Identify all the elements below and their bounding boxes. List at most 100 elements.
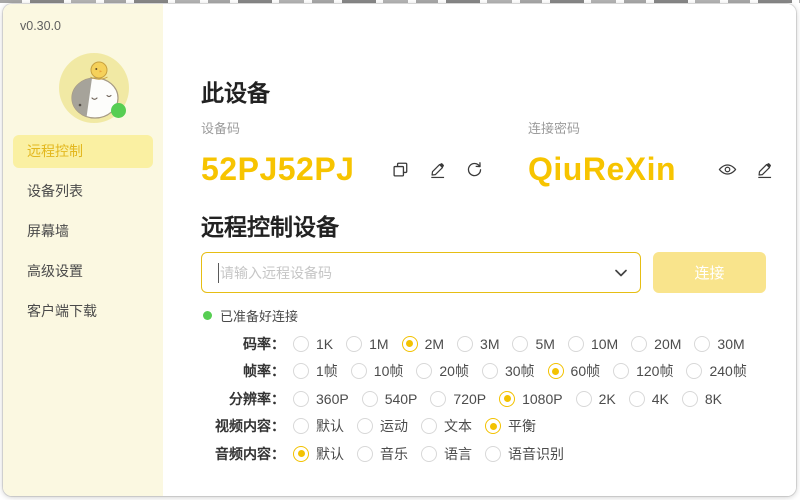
radio-option[interactable]: 2K (576, 391, 616, 407)
connect-button[interactable]: 连接 (653, 252, 766, 293)
radio-option-label: 文本 (444, 416, 472, 436)
radio-option[interactable]: 3M (457, 336, 499, 352)
radio-option-label: 360P (316, 391, 349, 407)
connection-status: 已准备好连接 (203, 306, 298, 325)
radio-icon[interactable] (694, 336, 710, 352)
radio-option[interactable]: 20M (631, 336, 681, 352)
avatar[interactable] (59, 53, 129, 123)
radio-icon[interactable] (357, 418, 373, 434)
radio-option[interactable]: 2M (402, 336, 444, 352)
radio-icon[interactable] (362, 391, 378, 407)
radio-icon[interactable] (351, 363, 367, 379)
settings-row-label: 码率： (201, 334, 285, 354)
radio-icon[interactable] (430, 391, 446, 407)
radio-icon[interactable] (293, 391, 309, 407)
radio-selected-icon[interactable] (293, 446, 309, 462)
radio-icon[interactable] (682, 391, 698, 407)
remote-device-input[interactable] (202, 253, 640, 292)
radio-option-label: 30帧 (505, 361, 535, 381)
device-code-row: 52PJ52PJ (201, 148, 498, 190)
radio-icon[interactable] (631, 336, 647, 352)
radio-option[interactable]: 运动 (357, 416, 408, 436)
radio-option[interactable]: 360P (293, 391, 349, 407)
radio-option-label: 默认 (316, 444, 344, 464)
radio-icon[interactable] (346, 336, 362, 352)
radio-option-label: 1M (369, 336, 388, 352)
radio-icon[interactable] (293, 418, 309, 434)
radio-option[interactable]: 240帧 (686, 361, 746, 381)
sidebar-item[interactable]: 设备列表 (13, 175, 153, 208)
password-row: QiuReXin (528, 148, 788, 190)
version-label: v0.30.0 (20, 19, 61, 33)
radio-selected-icon[interactable] (548, 363, 564, 379)
sidebar-item[interactable]: 客户端下载 (13, 295, 153, 328)
radio-option[interactable]: 10帧 (351, 361, 404, 381)
radio-option[interactable]: 10M (568, 336, 618, 352)
radio-icon[interactable] (629, 391, 645, 407)
online-status-dot (111, 103, 126, 118)
radio-option[interactable]: 1M (346, 336, 388, 352)
radio-icon[interactable] (512, 336, 528, 352)
radio-icon[interactable] (482, 363, 498, 379)
radio-selected-icon[interactable] (402, 336, 418, 352)
radio-icon[interactable] (421, 446, 437, 462)
radio-icon[interactable] (293, 336, 309, 352)
radio-option-label: 4K (652, 391, 669, 407)
radio-option[interactable]: 30M (694, 336, 744, 352)
radio-icon[interactable] (686, 363, 702, 379)
radio-option[interactable]: 文本 (421, 416, 472, 436)
radio-option[interactable]: 语言 (421, 444, 472, 464)
radio-option[interactable]: 60帧 (548, 361, 601, 381)
eye-icon[interactable] (714, 156, 740, 182)
settings-rows: 码率：1K1M2M3M5M10M20M30M帧率：1帧10帧20帧30帧60帧1… (201, 330, 760, 468)
radio-option[interactable]: 120帧 (613, 361, 673, 381)
copy-icon[interactable] (387, 156, 413, 182)
radio-icon[interactable] (293, 363, 309, 379)
app-window: v0.30.0 (3, 4, 796, 496)
radio-option-label: 120帧 (636, 361, 673, 381)
radio-option[interactable]: 默认 (293, 444, 344, 464)
radio-icon[interactable] (416, 363, 432, 379)
radio-option[interactable]: 30帧 (482, 361, 535, 381)
radio-option[interactable]: 4K (629, 391, 669, 407)
radio-option[interactable]: 1帧 (293, 361, 338, 381)
radio-option-label: 240帧 (709, 361, 746, 381)
refresh-icon[interactable] (461, 156, 487, 182)
radio-option[interactable]: 语音识别 (485, 444, 564, 464)
radio-option-label: 8K (705, 391, 722, 407)
sidebar-item[interactable]: 高级设置 (13, 255, 153, 288)
radio-icon[interactable] (357, 446, 373, 462)
radio-option[interactable]: 1080P (499, 391, 562, 407)
edit-icon[interactable] (751, 156, 777, 182)
radio-option[interactable]: 720P (430, 391, 486, 407)
radio-option[interactable]: 20帧 (416, 361, 469, 381)
radio-option-label: 语言 (444, 444, 472, 464)
radio-selected-icon[interactable] (485, 418, 501, 434)
radio-option[interactable]: 默认 (293, 416, 344, 436)
chevron-down-icon[interactable] (613, 265, 629, 281)
sidebar-item-active[interactable]: 远程控制 (13, 135, 153, 168)
edit-icon[interactable] (424, 156, 450, 182)
this-device-title: 此设备 (201, 74, 270, 108)
radio-option-label: 默认 (316, 416, 344, 436)
sidebar-item[interactable]: 屏幕墙 (13, 215, 153, 248)
radio-option[interactable]: 5M (512, 336, 554, 352)
connect-row: 连接 (201, 252, 766, 293)
settings-row: 音频内容：默认音乐语言语音识别 (201, 440, 760, 468)
radio-option[interactable]: 540P (362, 391, 418, 407)
radio-option-label: 音乐 (380, 444, 408, 464)
radio-option[interactable]: 音乐 (357, 444, 408, 464)
radio-option[interactable]: 平衡 (485, 416, 536, 436)
radio-icon[interactable] (568, 336, 584, 352)
radio-option-label: 30M (717, 336, 744, 352)
device-code-value: 52PJ52PJ (201, 151, 387, 188)
radio-icon[interactable] (576, 391, 592, 407)
radio-option[interactable]: 8K (682, 391, 722, 407)
radio-icon[interactable] (457, 336, 473, 352)
radio-option-label: 平衡 (508, 416, 536, 436)
radio-selected-icon[interactable] (499, 391, 515, 407)
radio-option[interactable]: 1K (293, 336, 333, 352)
radio-icon[interactable] (421, 418, 437, 434)
radio-icon[interactable] (485, 446, 501, 462)
radio-icon[interactable] (613, 363, 629, 379)
